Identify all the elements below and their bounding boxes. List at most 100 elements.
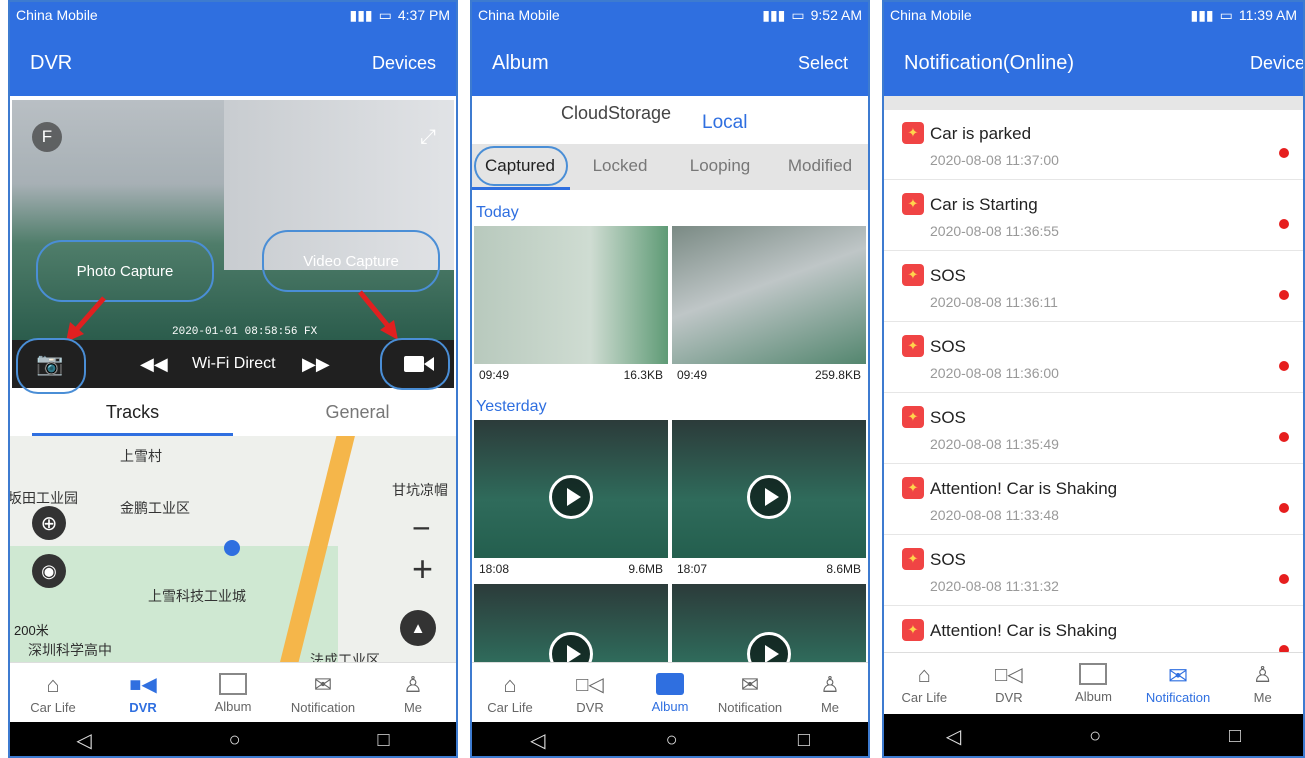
unread-dot: [1279, 361, 1289, 371]
photo-capture-callout: Photo Capture: [36, 240, 214, 302]
signal-icon: ▮▮▮: [349, 6, 373, 23]
notification-item[interactable]: ✦ SOS 2020-08-08 11:36:00: [882, 323, 1305, 393]
captured-tab-highlight: [474, 146, 568, 186]
storage-tabs: CloudStorage Local: [470, 96, 870, 144]
nav-car-life[interactable]: ⌂ Car Life: [8, 663, 98, 724]
thumbnail-caption: 09:49 259.8KB: [672, 364, 866, 386]
section-today-label: Today: [476, 204, 519, 221]
map-label-2: 坂田工业园: [8, 490, 78, 506]
zoom-in-button[interactable]: +: [412, 548, 433, 590]
dvr-screen: China Mobile ▮▮▮ ▭ 4:37 PM DVR Devices F…: [8, 0, 458, 758]
rewind-icon[interactable]: ◀◀: [140, 354, 168, 375]
video-thumbnail[interactable]: 18:07 8.6MB: [672, 420, 866, 580]
nav-notification[interactable]: ✉ Notification: [710, 663, 790, 724]
fast-forward-icon[interactable]: ▶▶: [302, 354, 330, 375]
alert-bulb-icon: ✦: [902, 335, 924, 357]
album-screen: China Mobile ▮▮▮ ▭ 9:52 AM Album Select …: [470, 0, 870, 758]
back-icon[interactable]: ◁: [530, 728, 545, 753]
envelope-icon: ✉: [313, 672, 333, 697]
notification-item[interactable]: ✦ Attention! Car is Shaking 2020-08-08 11:…: [882, 465, 1305, 535]
alert-bulb-icon: ✦: [902, 548, 924, 570]
envelope-icon: ✉: [740, 672, 760, 697]
bottom-nav: ⌂ Car Life ■◀ DVR Album ✉ Notification ♙ Me: [8, 662, 458, 724]
home-icon: ⌂: [917, 662, 931, 687]
recents-icon[interactable]: □: [798, 729, 810, 752]
recents-icon[interactable]: □: [1229, 725, 1241, 748]
tab-looping[interactable]: Looping: [670, 144, 770, 190]
system-nav-bar: ◁ ○ □: [8, 722, 458, 758]
nav-car-life[interactable]: ⌂ Car Life: [470, 663, 550, 724]
map-view[interactable]: 上雪村 坂田工业园 金鹏工业区 甘坑凉帽 上雪科技工业城 深圳科学高中 法成工业…: [8, 436, 458, 662]
home-circle-icon[interactable]: ○: [229, 729, 241, 752]
video-thumbnail[interactable]: [474, 584, 668, 677]
status-icons: ▮▮▮ ▭ 9:52 AM: [762, 7, 862, 24]
zoom-out-button[interactable]: −: [412, 510, 431, 547]
tab-general[interactable]: General: [257, 392, 458, 436]
page-title: Album: [492, 51, 549, 74]
section-yesterday-label: Yesterday: [476, 398, 547, 415]
tab-modified[interactable]: Modified: [770, 144, 870, 190]
play-icon[interactable]: [747, 474, 791, 519]
play-icon[interactable]: [549, 474, 593, 519]
devices-button[interactable]: Devices: [372, 53, 436, 74]
live-video[interactable]: F ⤢ 2020-01-01 08:58:56 FX: [12, 100, 454, 340]
back-icon[interactable]: ◁: [76, 728, 91, 753]
nav-dvr[interactable]: ■◀ DVR: [98, 663, 188, 724]
location-dot: [224, 540, 240, 556]
page-title: DVR: [30, 51, 73, 74]
video-thumbnail[interactable]: 18:08 9.6MB: [474, 420, 668, 580]
alert-bulb-icon: ✦: [902, 406, 924, 428]
poi-icon[interactable]: ◉: [32, 554, 66, 588]
locate-icon[interactable]: ⊕: [32, 506, 66, 540]
notification-item[interactable]: ✦ SOS 2020-08-08 11:31:32: [882, 536, 1305, 606]
home-circle-icon[interactable]: ○: [666, 729, 678, 752]
scale-label: 200米: [14, 623, 49, 638]
map-label-1: 上雪村: [120, 448, 162, 464]
nav-notification[interactable]: ✉ Notification: [278, 663, 368, 724]
carrier-label: China Mobile: [890, 7, 972, 23]
battery-icon: ▭: [1219, 6, 1233, 23]
nav-me[interactable]: ♙ Me: [790, 663, 870, 724]
channel-badge[interactable]: F: [32, 122, 62, 152]
video-button-highlight: [380, 338, 450, 390]
unread-dot: [1279, 574, 1289, 584]
clock-label: 4:37 PM: [397, 7, 450, 23]
nav-me[interactable]: ♙ Me: [368, 663, 458, 724]
notification-item[interactable]: ✦ SOS 2020-08-08 11:36:11: [882, 252, 1305, 322]
map-label-4: 甘坑凉帽: [392, 482, 448, 498]
nav-dvr[interactable]: □◁ DVR: [550, 663, 630, 724]
nav-car-life[interactable]: ⌂ Car Life: [882, 653, 967, 714]
nav-album[interactable]: Album: [630, 663, 710, 724]
media-thumbnail[interactable]: 09:49 259.8KB: [672, 226, 866, 386]
device-button[interactable]: Device: [1250, 53, 1305, 74]
notification-screen: China Mobile ▮▮▮ ▭ 11:39 AM Notification…: [882, 0, 1305, 758]
select-button[interactable]: Select: [798, 53, 848, 74]
connection-mode: Wi-Fi Direct: [192, 355, 276, 372]
notification-item[interactable]: ✦ Car is Starting 2020-08-08 11:36:55: [882, 181, 1305, 251]
tab-local[interactable]: Local: [702, 112, 747, 134]
clock-label: 11:39 AM: [1238, 7, 1297, 23]
nav-dvr[interactable]: □◁ DVR: [967, 653, 1052, 714]
tab-locked[interactable]: Locked: [570, 144, 670, 190]
nav-album[interactable]: Album: [1051, 653, 1136, 714]
system-nav-bar: ◁ ○ □: [882, 714, 1305, 758]
tab-cloud-storage[interactable]: CloudStorage: [556, 102, 676, 142]
tab-tracks[interactable]: Tracks: [32, 392, 233, 436]
expand-icon[interactable]: ⤢: [420, 126, 436, 149]
notification-item[interactable]: ✦ Car is parked 2020-08-08 11:37:00: [882, 110, 1305, 180]
nav-notification[interactable]: ✉ Notification: [1136, 653, 1221, 714]
video-thumbnail[interactable]: [672, 584, 866, 677]
bottom-nav: ⌂ Car Life □◁ DVR Album ✉ Notification ♙ Me: [470, 662, 870, 724]
nav-me[interactable]: ♙ Me: [1220, 653, 1305, 714]
recents-icon[interactable]: □: [377, 729, 389, 752]
media-thumbnail[interactable]: 09:49 16.3KB: [474, 226, 668, 386]
list-header-gap: [882, 96, 1305, 110]
thumbnail-caption: 09:49 16.3KB: [474, 364, 668, 386]
status-bar: China Mobile ▮▮▮ ▭ 9:52 AM: [470, 0, 870, 30]
nav-album[interactable]: Album: [188, 663, 278, 724]
compass-icon[interactable]: ▲: [400, 610, 436, 646]
home-circle-icon[interactable]: ○: [1089, 725, 1101, 748]
unread-dot: [1279, 219, 1289, 229]
back-icon[interactable]: ◁: [946, 724, 961, 749]
notification-item[interactable]: ✦ SOS 2020-08-08 11:35:49: [882, 394, 1305, 464]
